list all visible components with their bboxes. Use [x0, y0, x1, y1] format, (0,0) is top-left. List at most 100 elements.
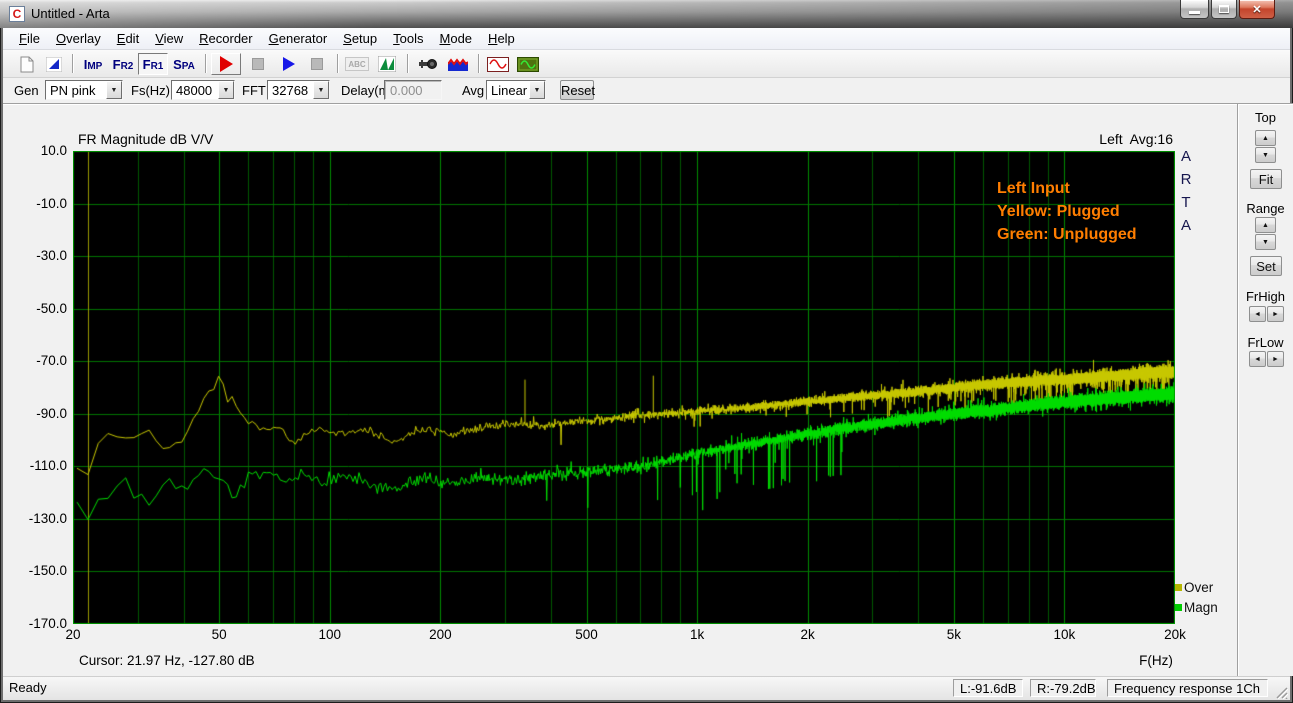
window-controls: ✕: [1178, 0, 1275, 19]
toolbar-separator: [478, 54, 480, 73]
y-tick--110: -110.0: [13, 458, 67, 473]
watermark-letter: R: [1177, 171, 1195, 188]
range-down-button[interactable]: ▼: [1255, 234, 1276, 250]
up-arrow-icon: ▲: [1262, 222, 1269, 229]
menu-recorder[interactable]: Recorder: [191, 28, 260, 49]
x-tick-50: 50: [194, 627, 244, 642]
signal-generator-button[interactable]: [514, 53, 541, 75]
up-arrow-icon: ▲: [1262, 135, 1269, 142]
y-tick--90: -90.0: [13, 406, 67, 421]
chevron-down-icon[interactable]: ▼: [218, 81, 234, 99]
green-sine-icon: [517, 57, 539, 72]
side-panel: Top ▲ ▼ Fit Range ▲ ▼ Set FrHigh ◄ ► FrL…: [1237, 103, 1293, 676]
overlay-tool-button[interactable]: [42, 53, 66, 75]
menu-file[interactable]: File: [11, 28, 48, 49]
record-stop-button[interactable]: [244, 53, 271, 75]
mic-setup-button[interactable]: [414, 53, 441, 75]
resize-grip[interactable]: [1274, 685, 1288, 699]
annotation-line: Green: Unplugged: [997, 226, 1137, 244]
minimize-button[interactable]: [1180, 0, 1209, 19]
reset-button[interactable]: Reset: [560, 80, 594, 100]
generator-start-button[interactable]: [275, 53, 302, 75]
toolbar-separator: [407, 54, 409, 73]
top-label: Top: [1238, 110, 1293, 125]
avg-select[interactable]: Linear ▼: [486, 80, 546, 100]
menu-tools[interactable]: Tools: [385, 28, 431, 49]
fs-value: 48000: [172, 81, 218, 99]
y-tick-10: 10.0: [13, 143, 67, 158]
legend-swatch: [1175, 584, 1182, 591]
stop-icon: [252, 58, 264, 70]
range-up-button[interactable]: ▲: [1255, 217, 1276, 233]
menu-generator[interactable]: Generator: [261, 28, 336, 49]
left-arrow-icon: ◄: [1254, 356, 1261, 363]
fft-value: 32768: [268, 81, 313, 99]
fft-select[interactable]: 32768 ▼: [267, 80, 330, 100]
toolbar-separator: [72, 54, 74, 73]
gen-select[interactable]: PN pink ▼: [45, 80, 123, 100]
menu-overlay[interactable]: Overlay: [48, 28, 109, 49]
menu-bar: FileOverlayEditViewRecorderGeneratorSetu…: [3, 28, 1290, 50]
fr1-mode-button[interactable]: FR1: [138, 53, 168, 75]
legend-label: Over: [1184, 580, 1213, 595]
app-window: C Untitled - Arta ✕ FileOverlayEditViewR…: [0, 0, 1293, 703]
avg-label: Avg: [462, 83, 484, 98]
top-up-button[interactable]: ▲: [1255, 130, 1276, 146]
chevron-down-icon[interactable]: ▼: [106, 81, 122, 99]
frhigh-right-button[interactable]: ►: [1267, 306, 1284, 322]
menu-help[interactable]: Help: [480, 28, 523, 49]
chevron-down-icon[interactable]: ▼: [313, 81, 329, 99]
fr-plot-canvas[interactable]: [73, 151, 1175, 624]
green-wave-icon: [378, 56, 396, 72]
text-label-tool-button[interactable]: ABC: [343, 53, 371, 75]
frlow-label: FrLow: [1238, 335, 1293, 350]
maximize-button[interactable]: [1211, 0, 1237, 19]
left-arrow-icon: ◄: [1254, 311, 1261, 318]
frlow-right-button[interactable]: ►: [1267, 351, 1284, 367]
fr2-mode-button[interactable]: FR2: [109, 53, 137, 75]
new-file-button[interactable]: [15, 53, 39, 75]
toolbar-separator: [337, 54, 339, 73]
top-down-button[interactable]: ▼: [1255, 147, 1276, 163]
cursor-readout: Cursor: 21.97 Hz, -127.80 dB: [79, 653, 255, 668]
right-arrow-icon: ►: [1272, 356, 1279, 363]
right-arrow-icon: ►: [1272, 311, 1279, 318]
avg-value: Linear: [487, 81, 529, 99]
signal-view-button[interactable]: [374, 53, 400, 75]
sine-generator-button[interactable]: [484, 53, 511, 75]
menu-mode[interactable]: Mode: [432, 28, 481, 49]
delay-input[interactable]: 0.000: [384, 80, 442, 100]
y-tick--70: -70.0: [13, 353, 67, 368]
x-tick-20k: 20k: [1150, 627, 1200, 642]
spa-mode-button[interactable]: SPA: [170, 53, 198, 75]
frhigh-left-button[interactable]: ◄: [1249, 306, 1266, 322]
x-tick-500: 500: [562, 627, 612, 642]
menu-view[interactable]: View: [147, 28, 191, 49]
x-tick-20: 20: [48, 627, 98, 642]
set-button[interactable]: Set: [1250, 256, 1282, 276]
imp-mode-button[interactable]: IMP: [79, 53, 107, 75]
title-bar[interactable]: C Untitled - Arta ✕: [0, 0, 1293, 28]
record-start-button[interactable]: [211, 53, 241, 75]
gen-label: Gen: [14, 83, 39, 98]
y-tick--150: -150.0: [13, 563, 67, 578]
close-button[interactable]: ✕: [1239, 0, 1275, 19]
blue-play-icon: [283, 57, 295, 71]
fit-button[interactable]: Fit: [1250, 169, 1282, 189]
chevron-down-icon[interactable]: ▼: [529, 81, 545, 99]
minimize-icon: [1189, 11, 1200, 14]
spectrum-scaling-button[interactable]: [444, 53, 471, 75]
menu-edit[interactable]: Edit: [109, 28, 147, 49]
toolbar-separator: [205, 54, 207, 73]
right-level-panel: R:-79.2dB: [1030, 679, 1096, 697]
maximize-icon: [1219, 5, 1229, 13]
app-logo-icon: C: [9, 6, 25, 22]
red-sine-icon: [487, 57, 509, 72]
generator-stop-button[interactable]: [303, 53, 330, 75]
frlow-left-button[interactable]: ◄: [1249, 351, 1266, 367]
x-tick-1k: 1k: [672, 627, 722, 642]
menu-setup[interactable]: Setup: [335, 28, 385, 49]
microphone-icon: [418, 58, 438, 70]
fs-select[interactable]: 48000 ▼: [171, 80, 235, 100]
x-tick-200: 200: [415, 627, 465, 642]
